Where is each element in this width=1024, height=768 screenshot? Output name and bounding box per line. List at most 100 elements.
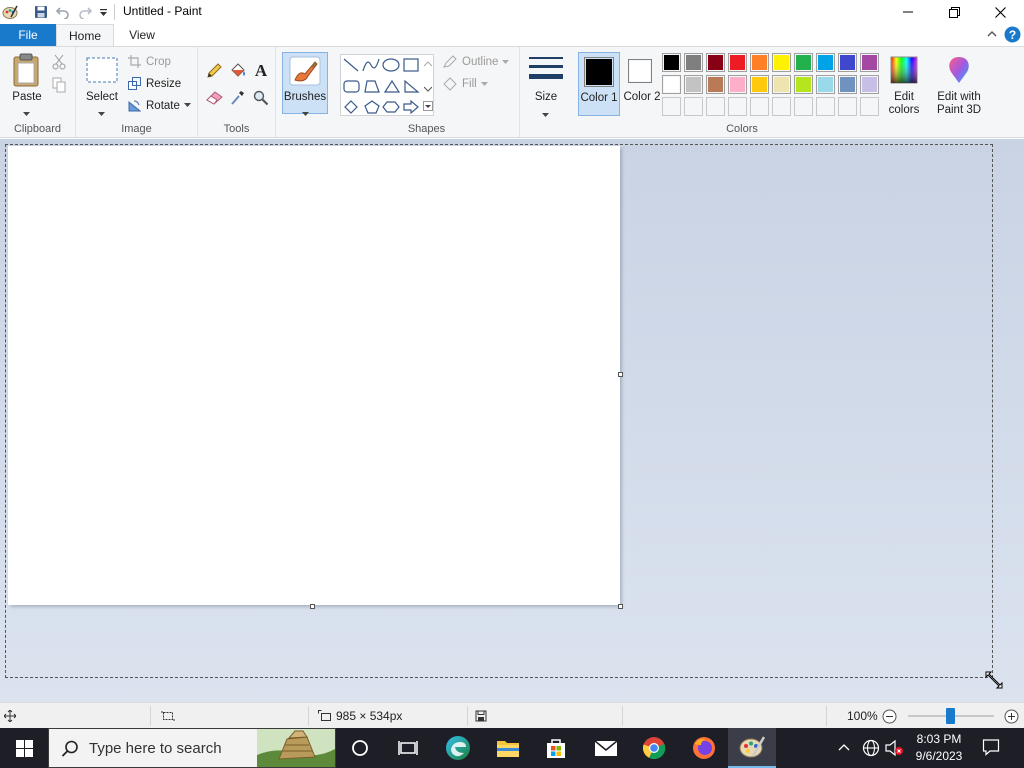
task-view-button[interactable] [384,728,432,768]
custom-color-slot[interactable] [860,97,879,116]
paint-icon [739,736,765,758]
size-button[interactable]: Size [522,51,570,117]
custom-color-slot[interactable] [750,97,769,116]
cut-icon[interactable] [52,54,66,73]
paint-taskbar-button[interactable] [728,728,776,768]
store-taskbar-button[interactable] [532,728,580,768]
select-button[interactable]: Select [78,91,126,104]
color2-button[interactable]: Color 2 [623,52,661,116]
canvas-resize-handle-bottom[interactable] [310,604,315,609]
palette-color-swatch[interactable] [684,75,703,94]
edit-with-paint3d-button[interactable]: Edit with Paint 3D [928,52,990,116]
palette-color-swatch[interactable] [750,53,769,72]
custom-color-slot[interactable] [706,97,725,116]
redo-icon[interactable] [76,3,94,21]
close-button[interactable] [977,0,1023,24]
custom-color-slot[interactable] [728,97,747,116]
chrome-taskbar-button[interactable] [630,728,678,768]
workspace[interactable] [0,139,1024,702]
palette-color-swatch[interactable] [860,75,879,94]
custom-color-slot[interactable] [816,97,835,116]
minimize-ribbon-icon[interactable] [986,28,998,43]
taskbar-search-box[interactable]: Type here to search [48,728,336,768]
palette-color-swatch[interactable] [728,75,747,94]
svg-text:?: ? [1009,28,1016,42]
eraser-icon[interactable] [206,91,223,108]
zoom-slider-thumb[interactable] [946,708,955,724]
pencil-icon[interactable] [206,63,222,82]
taskbar-clock[interactable]: 8:03 PM 9/6/2023 [906,731,972,765]
paint-app-icon[interactable] [2,3,18,21]
resize-button[interactable]: Resize [128,77,181,90]
palette-color-swatch[interactable] [838,53,857,72]
drawing-canvas[interactable] [8,146,620,605]
volume-muted-icon[interactable] [884,739,904,760]
help-icon[interactable]: ? [1004,26,1021,46]
zoom-slider[interactable] [908,703,994,729]
magnifier-icon[interactable] [253,90,269,109]
palette-color-swatch[interactable] [750,75,769,94]
notification-center-button[interactable] [982,738,1000,759]
select-dropdown-icon[interactable] [98,106,105,120]
color1-button[interactable]: Color 1 [578,52,620,116]
custom-color-slot[interactable] [838,97,857,116]
tab-file[interactable]: File [0,24,56,46]
shapes-gallery-icons[interactable] [341,55,435,117]
edge-taskbar-button[interactable] [434,728,482,768]
start-button[interactable] [0,728,48,768]
save-icon[interactable] [32,3,50,21]
color-picker-icon[interactable] [230,90,245,109]
palette-color-swatch[interactable] [706,75,725,94]
paste-dropdown-icon[interactable] [23,106,30,120]
customize-quick-access-icon[interactable] [97,3,109,21]
palette-color-swatch[interactable] [728,53,747,72]
cortana-button[interactable] [336,728,384,768]
clock-time: 8:03 PM [916,732,962,746]
custom-color-slot[interactable] [684,97,703,116]
undo-icon[interactable] [54,3,72,21]
select-icon[interactable] [86,57,118,86]
palette-color-swatch[interactable] [838,75,857,94]
tab-view[interactable]: View [114,24,170,46]
brushes-button[interactable]: Brushes [282,52,328,116]
canvas-resize-handle-right[interactable] [618,372,623,377]
outline-button[interactable]: Outline [442,55,510,69]
custom-color-slot[interactable] [772,97,791,116]
show-hidden-icons-button[interactable] [838,741,850,755]
shapes-expand-icon[interactable] [423,100,433,114]
palette-color-swatch[interactable] [860,53,879,72]
palette-color-swatch[interactable] [662,75,681,94]
palette-color-swatch[interactable] [684,53,703,72]
custom-color-slot[interactable] [794,97,813,116]
restore-button[interactable] [931,0,977,24]
palette-color-swatch[interactable] [772,53,791,72]
fill-bucket-icon[interactable] [229,63,247,82]
tab-home[interactable]: Home [56,24,114,46]
palette-color-swatch[interactable] [816,53,835,72]
palette-color-swatch[interactable] [794,75,813,94]
shapes-scroll-up-icon[interactable] [423,56,433,70]
minimize-button[interactable] [885,0,931,24]
fill-button[interactable]: Fill [442,77,488,91]
rotate-button[interactable]: Rotate [128,99,191,112]
shapes-scroll-down-icon[interactable] [423,81,433,95]
crop-button[interactable]: Crop [128,55,171,68]
paste-icon[interactable] [12,53,42,90]
zoom-in-button[interactable] [1004,703,1019,729]
palette-color-swatch[interactable] [794,53,813,72]
network-icon[interactable] [862,739,880,760]
edit-colors-button[interactable]: Edit colors [886,52,922,116]
canvas-resize-handle-corner[interactable] [618,604,623,609]
text-icon[interactable]: A [253,61,269,82]
palette-color-swatch[interactable] [772,75,791,94]
paste-button[interactable]: Paste [2,91,52,104]
firefox-taskbar-button[interactable] [680,728,728,768]
zoom-out-button[interactable] [882,703,897,729]
copy-icon[interactable] [52,77,66,96]
file-explorer-taskbar-button[interactable] [484,728,532,768]
palette-color-swatch[interactable] [706,53,725,72]
custom-color-slot[interactable] [662,97,681,116]
palette-color-swatch[interactable] [816,75,835,94]
mail-taskbar-button[interactable] [582,728,630,768]
palette-color-swatch[interactable] [662,53,681,72]
